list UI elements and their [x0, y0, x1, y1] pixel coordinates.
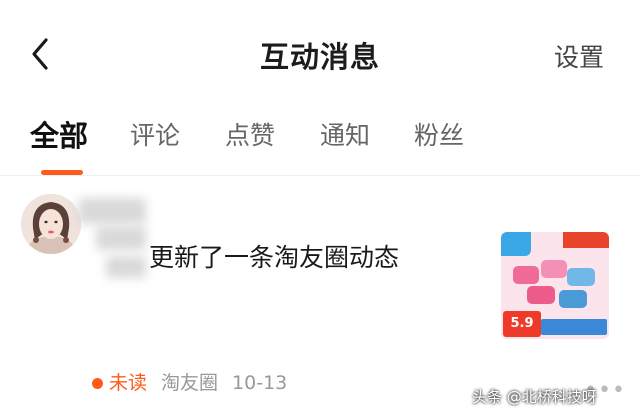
tab-likes[interactable]: 点赞	[225, 116, 275, 152]
blurred-username	[78, 198, 146, 224]
watermark: 头条 @北桥科技呀	[472, 388, 597, 406]
message-date: 10-13	[232, 372, 288, 394]
message-source: 淘友圈	[161, 372, 219, 394]
tab-comments[interactable]: 评论	[130, 116, 180, 152]
blurred-username-3	[106, 256, 146, 278]
product-jar	[559, 290, 587, 308]
price-tag: 5.9	[503, 311, 541, 337]
message-text: 更新了一条淘友圈动态	[149, 243, 400, 272]
message-item[interactable]: 更新了一条淘友圈动态 5.9 未读 淘友圈 10-13 •••	[0, 176, 640, 416]
page-title: 互动消息	[259, 40, 380, 74]
tab-fans[interactable]: 粉丝	[414, 116, 464, 152]
product-jar	[567, 268, 595, 286]
unread-dot-icon	[92, 378, 103, 389]
tab-notifications[interactable]: 通知	[320, 116, 370, 152]
tab-all[interactable]: 全部	[30, 113, 88, 155]
settings-button[interactable]: 设置	[554, 38, 604, 74]
thumbnail-badge	[501, 232, 531, 256]
product-jar	[541, 260, 567, 278]
product-jar	[527, 286, 555, 304]
unread-status: 未读	[109, 372, 148, 394]
thumbnail-banner	[541, 319, 607, 335]
tab-bar: 全部 评论 点赞 通知 粉丝	[0, 108, 640, 175]
navigation-bar: 互动消息 设置	[0, 0, 640, 105]
message-meta: 未读 淘友圈 10-13	[92, 368, 287, 395]
avatar[interactable]	[21, 194, 81, 254]
blurred-username-2	[96, 226, 146, 250]
post-thumbnail[interactable]: 5.9	[501, 232, 609, 339]
avatar-image	[21, 194, 81, 254]
thumbnail-tag	[563, 232, 609, 248]
product-jar	[513, 266, 539, 284]
